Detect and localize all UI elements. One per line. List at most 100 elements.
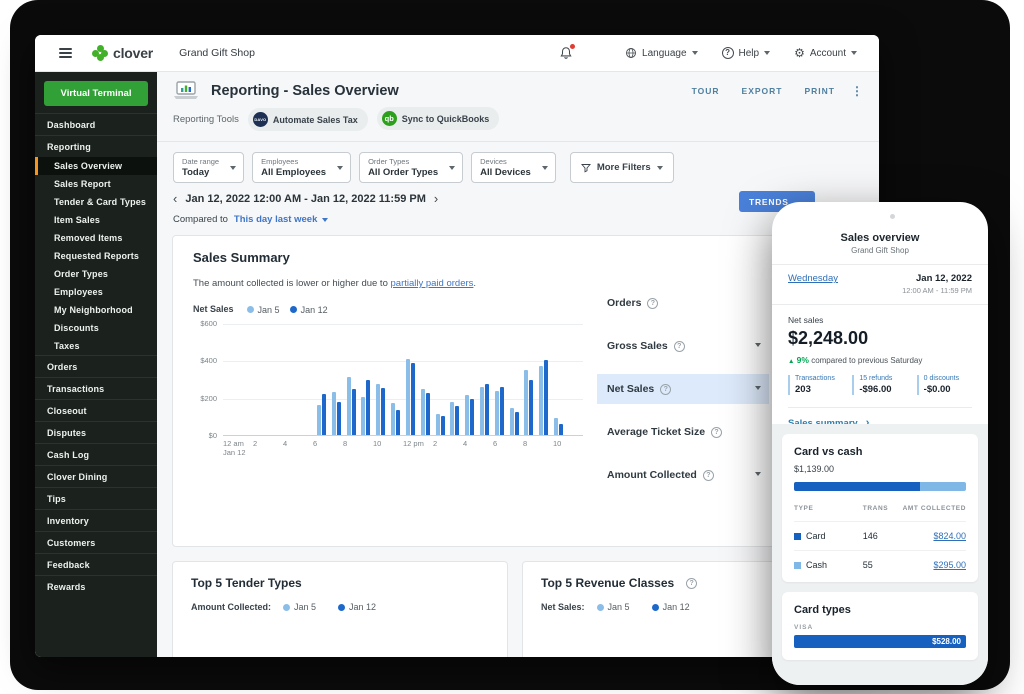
metric-orders[interactable]: Orders? bbox=[597, 288, 769, 318]
tender-table-header: TYPE TRANS AMT COLLECTED bbox=[794, 505, 966, 512]
filter-order-types[interactable]: Order Types All Order Types bbox=[359, 152, 464, 183]
sidebar-item-dashboard[interactable]: Dashboard bbox=[35, 113, 157, 135]
bar-jan-5 bbox=[391, 403, 396, 435]
metric-amount-collected[interactable]: Amount Collected? bbox=[597, 460, 769, 490]
bar-jan-5 bbox=[376, 384, 381, 435]
filter-devices[interactable]: Devices All Devices bbox=[471, 152, 556, 183]
sidebar-item-disputes[interactable]: Disputes bbox=[35, 421, 157, 443]
phone-stats: Transactions 203 15 refunds -$96.00 0 discou… bbox=[788, 375, 972, 395]
cash-bar-segment bbox=[919, 482, 966, 491]
stat-0-discounts: 0 discounts -$0.00 bbox=[916, 375, 972, 395]
main-content: Reporting - Sales Overview TOUR EXPORT PRI… bbox=[157, 72, 879, 657]
export-button[interactable]: EXPORT bbox=[742, 86, 783, 96]
clover-logo[interactable]: clover bbox=[92, 45, 153, 61]
net-sales-chart: $600 $400 $200 $0 12 am Jan 12 2 4 6 8 10 12 pm 2 4 6… bbox=[189, 319, 591, 457]
help-menu[interactable]: ? Help bbox=[721, 47, 771, 59]
sidebar-item-customers[interactable]: Customers bbox=[35, 531, 157, 553]
filter-label: Order Types bbox=[368, 157, 410, 166]
automate-sales-tax-pill[interactable]: DAVO Automate Sales Tax bbox=[247, 108, 368, 131]
tender-color-swatch bbox=[794, 561, 801, 569]
date-navigation: ‹ Jan 12, 2022 12:00 AM - Jan 12, 2022 1… bbox=[157, 185, 879, 212]
x-tick: 6 bbox=[493, 439, 523, 457]
metric-label: Amount Collected bbox=[607, 469, 697, 481]
stat-15-refunds: 15 refunds -$96.00 bbox=[852, 375, 907, 395]
tender-amount-link[interactable]: $824.00 bbox=[933, 531, 966, 541]
tender-table-rows: Card 146 $824.00 Cash 55 $295.00 bbox=[794, 521, 966, 570]
sidebar-item-my-neighborhood[interactable]: My Neighborhood bbox=[35, 301, 157, 319]
comparison-selector[interactable]: This day last week bbox=[234, 214, 329, 225]
visa-amount: $528.00 bbox=[932, 637, 961, 646]
next-date-button[interactable]: › bbox=[434, 192, 438, 205]
notifications-button[interactable] bbox=[559, 44, 576, 60]
x-tick-label: 10 bbox=[373, 439, 382, 448]
prev-date-button[interactable]: ‹ bbox=[173, 192, 177, 205]
chart-x-axis: 12 am Jan 12 2 4 6 8 10 12 pm 2 4 6 8 10 bbox=[223, 439, 583, 457]
sidebar-item-discounts[interactable]: Discounts bbox=[35, 319, 157, 337]
sidebar-item-taxes[interactable]: Taxes bbox=[35, 337, 157, 355]
more-filters-button[interactable]: More Filters bbox=[569, 152, 674, 183]
partially-paid-orders-link[interactable]: partially paid orders bbox=[391, 278, 474, 289]
chevron-down-icon[interactable] bbox=[755, 386, 761, 390]
automate-sales-tax-label: Automate Sales Tax bbox=[272, 114, 358, 125]
help-icon[interactable]: ? bbox=[647, 297, 659, 309]
print-button[interactable]: PRINT bbox=[805, 86, 836, 96]
sidebar-item-removed-items[interactable]: Removed Items bbox=[35, 229, 157, 247]
sidebar-item-feedback[interactable]: Feedback bbox=[35, 553, 157, 575]
x-tick: 4 bbox=[283, 439, 313, 457]
help-icon[interactable]: ? bbox=[702, 469, 714, 481]
tour-button[interactable]: TOUR bbox=[692, 86, 720, 96]
account-menu[interactable]: ⚙ Account bbox=[794, 47, 857, 59]
help-icon[interactable]: ? bbox=[686, 577, 698, 589]
sidebar-item-item-sales[interactable]: Item Sales bbox=[35, 211, 157, 229]
sidebar-item-tender-card-types[interactable]: Tender & Card Types bbox=[35, 193, 157, 211]
help-icon[interactable]: ? bbox=[673, 340, 685, 352]
bar-jan-12 bbox=[336, 402, 341, 435]
weekday-link[interactable]: Wednesday bbox=[788, 273, 838, 284]
help-icon[interactable]: ? bbox=[660, 383, 672, 395]
chevron-down-icon[interactable] bbox=[755, 472, 761, 476]
phone-merchant: Grand Gift Shop bbox=[851, 246, 909, 255]
bar-jan-5 bbox=[509, 408, 514, 435]
metric-net-sales[interactable]: Net Sales? bbox=[597, 374, 769, 404]
language-label: Language bbox=[642, 47, 687, 59]
sidebar-item-inventory[interactable]: Inventory bbox=[35, 509, 157, 531]
card-title-row: Top 5 Tender Types bbox=[191, 576, 489, 590]
bar-jan-12 bbox=[499, 387, 504, 435]
sidebar-item-orders[interactable]: Orders bbox=[35, 355, 157, 377]
filter-date-range[interactable]: Date range Today bbox=[173, 152, 245, 183]
sidebar-item-order-types[interactable]: Order Types bbox=[35, 265, 157, 283]
metric-gross-sales[interactable]: Gross Sales? bbox=[597, 331, 769, 361]
sidebar-item-sales-overview[interactable]: Sales Overview bbox=[35, 157, 157, 175]
x-tick: 2 bbox=[253, 439, 283, 457]
tender-amount-link[interactable]: $295.00 bbox=[933, 560, 966, 570]
sidebar-item-reporting[interactable]: Reporting bbox=[35, 135, 157, 157]
col-header-trans: TRANS bbox=[862, 505, 889, 512]
help-icon[interactable]: ? bbox=[711, 426, 723, 438]
sidebar-item-transactions[interactable]: Transactions bbox=[35, 377, 157, 399]
hamburger-menu-icon[interactable] bbox=[59, 47, 72, 59]
kebab-menu-icon[interactable]: ⋮ bbox=[851, 84, 863, 98]
sidebar-item-rewards[interactable]: Rewards bbox=[35, 575, 157, 597]
tender-type: Card bbox=[794, 531, 863, 541]
sidebar-item-sales-report[interactable]: Sales Report bbox=[35, 175, 157, 193]
legend-dot bbox=[651, 603, 659, 611]
sidebar-item-tips[interactable]: Tips bbox=[35, 487, 157, 509]
sidebar-item-closeout[interactable]: Closeout bbox=[35, 399, 157, 421]
metric-average-ticket-size[interactable]: Average Ticket Size? bbox=[597, 417, 769, 447]
chevron-down-icon[interactable] bbox=[755, 343, 761, 347]
sidebar-item-requested-reports[interactable]: Requested Reports bbox=[35, 247, 157, 265]
language-menu[interactable]: Language bbox=[625, 47, 698, 59]
quickbooks-logo-icon: qb bbox=[381, 111, 397, 126]
sidebar-item-cash-log[interactable]: Cash Log bbox=[35, 443, 157, 465]
chart-bar-group bbox=[388, 403, 403, 435]
sidebar-item-clover-dining[interactable]: Clover Dining bbox=[35, 465, 157, 487]
sidebar-item-employees[interactable]: Employees bbox=[35, 283, 157, 301]
comparison-row: ▲ 9% compared to previous Saturday bbox=[788, 355, 972, 365]
chart-bar-group bbox=[418, 389, 433, 435]
chart-bar-group bbox=[433, 414, 448, 435]
sync-to-quickbooks-pill[interactable]: qb Sync to QuickBooks bbox=[376, 107, 500, 130]
bar-jan-12 bbox=[514, 412, 519, 435]
filter-employees[interactable]: Employees All Employees bbox=[252, 152, 352, 183]
virtual-terminal-button[interactable]: Virtual Terminal bbox=[44, 81, 148, 106]
metric-label: Net Sales bbox=[607, 383, 655, 395]
